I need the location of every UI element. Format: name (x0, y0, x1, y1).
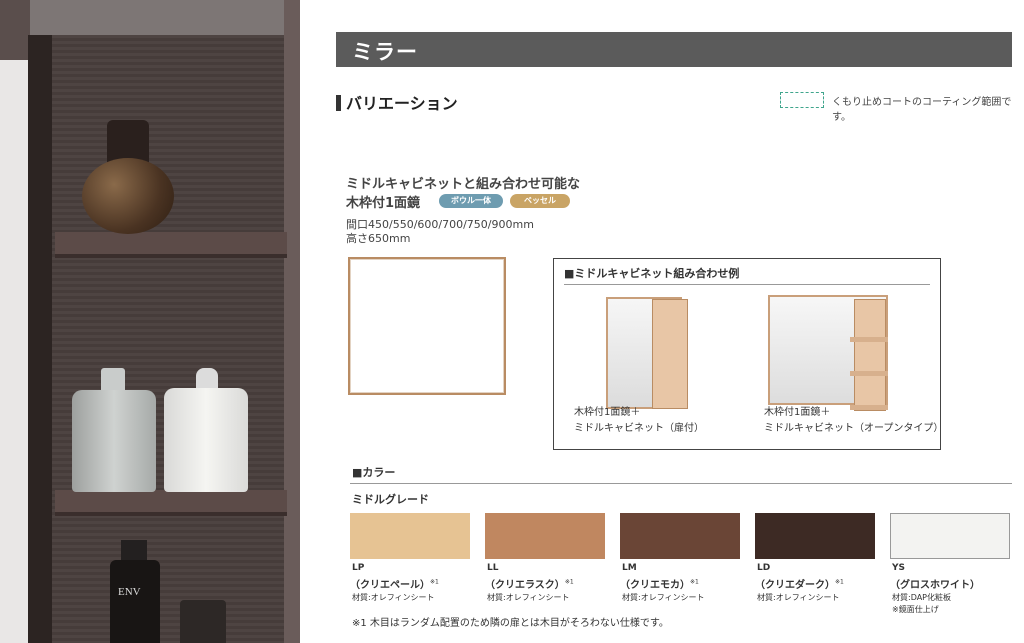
mirror-image (348, 257, 506, 395)
color-name: （クリエラスク）※1 (485, 578, 574, 591)
combination-title: ■ミドルキャビネット組み合わせ例 (564, 267, 740, 280)
color-code: LD (757, 563, 771, 573)
color-name: （クリエペール）※1 (350, 578, 439, 591)
swatch-ys (890, 513, 1010, 559)
badge-vessel: ベッセル (510, 194, 570, 208)
color-name: （クリエモカ）※1 (620, 578, 699, 591)
combo-cabinet-open (854, 299, 886, 411)
color-finish-note: ※鏡面仕上げ (892, 605, 939, 614)
coating-legend-text: くもり止めコートのコーティング範囲です。 (832, 97, 1012, 123)
cabinet-frame-left (28, 35, 52, 643)
left-mirror-edge (0, 60, 30, 643)
coating-legend-swatch (780, 92, 824, 108)
bottle-clear (72, 390, 156, 492)
swatch-ll (485, 513, 605, 559)
color-code: YS (892, 563, 905, 573)
cabinet-frame-right (284, 0, 300, 643)
divider (564, 284, 930, 285)
cup (180, 600, 226, 643)
color-material: 材質:オレフィンシート (487, 593, 570, 602)
combo-cabinet-door (652, 299, 688, 409)
color-material: 材質:オレフィンシート (757, 593, 840, 602)
product-title-line1: ミドルキャビネットと組み合わせ可能な (346, 177, 581, 192)
color-section-title: ■カラー (352, 466, 396, 479)
shelf-middle (55, 490, 287, 516)
combo-caption-1: 木枠付1面鏡＋ ミドルキャビネット（扉付） (574, 407, 704, 434)
color-name: （グロスホワイト） (890, 580, 980, 591)
color-code: LL (487, 563, 499, 573)
bottle-black: ENV (110, 560, 160, 643)
shelf-top (55, 232, 287, 258)
bottle-white (164, 388, 248, 492)
combo-open-shelf (850, 371, 888, 376)
color-material: 材質:オレフィンシート (622, 593, 705, 602)
footnote: ※1 木目はランダム配置のため隣の扉とは木目がそろわない仕様です。 (352, 618, 669, 629)
divider (350, 483, 1012, 484)
color-code: LP (352, 563, 365, 573)
color-material: 材質:オレフィンシート (352, 593, 435, 602)
color-name: （クリエダーク）※1 (755, 578, 844, 591)
combo-caption-2: 木枠付1面鏡＋ ミドルキャビネット（オープンタイプ） (764, 407, 944, 434)
ceiling (0, 0, 300, 36)
color-code: LM (622, 563, 637, 573)
page-title: ミラー (352, 40, 418, 64)
combo-open-shelf (850, 337, 888, 342)
swatch-ld (755, 513, 875, 559)
product-photo: ENV (0, 0, 300, 643)
product-title-line2: 木枠付1面鏡 (346, 196, 421, 211)
swatch-lm (620, 513, 740, 559)
aroma-lamp (82, 120, 174, 234)
color-material: 材質:DAP化粧板 (892, 593, 952, 602)
product-width: 間口450/550/600/700/750/900mm (346, 218, 534, 231)
product-height: 高さ650mm (346, 232, 411, 245)
badge-bowl: ボウル一体 (439, 194, 503, 208)
swatch-lp (350, 513, 470, 559)
combination-example-box: ■ミドルキャビネット組み合わせ例 木枠付1面鏡＋ ミドルキャビネット（扉付） 木… (553, 258, 944, 450)
grade-label: ミドルグレード (352, 493, 429, 506)
page-header: ミラー (336, 32, 1012, 67)
product-dimensions: 間口450/550/600/700/750/900mm 高さ650mm (346, 218, 534, 246)
section-title: バリエーション (336, 90, 458, 114)
bottle-label: ENV (118, 586, 141, 598)
